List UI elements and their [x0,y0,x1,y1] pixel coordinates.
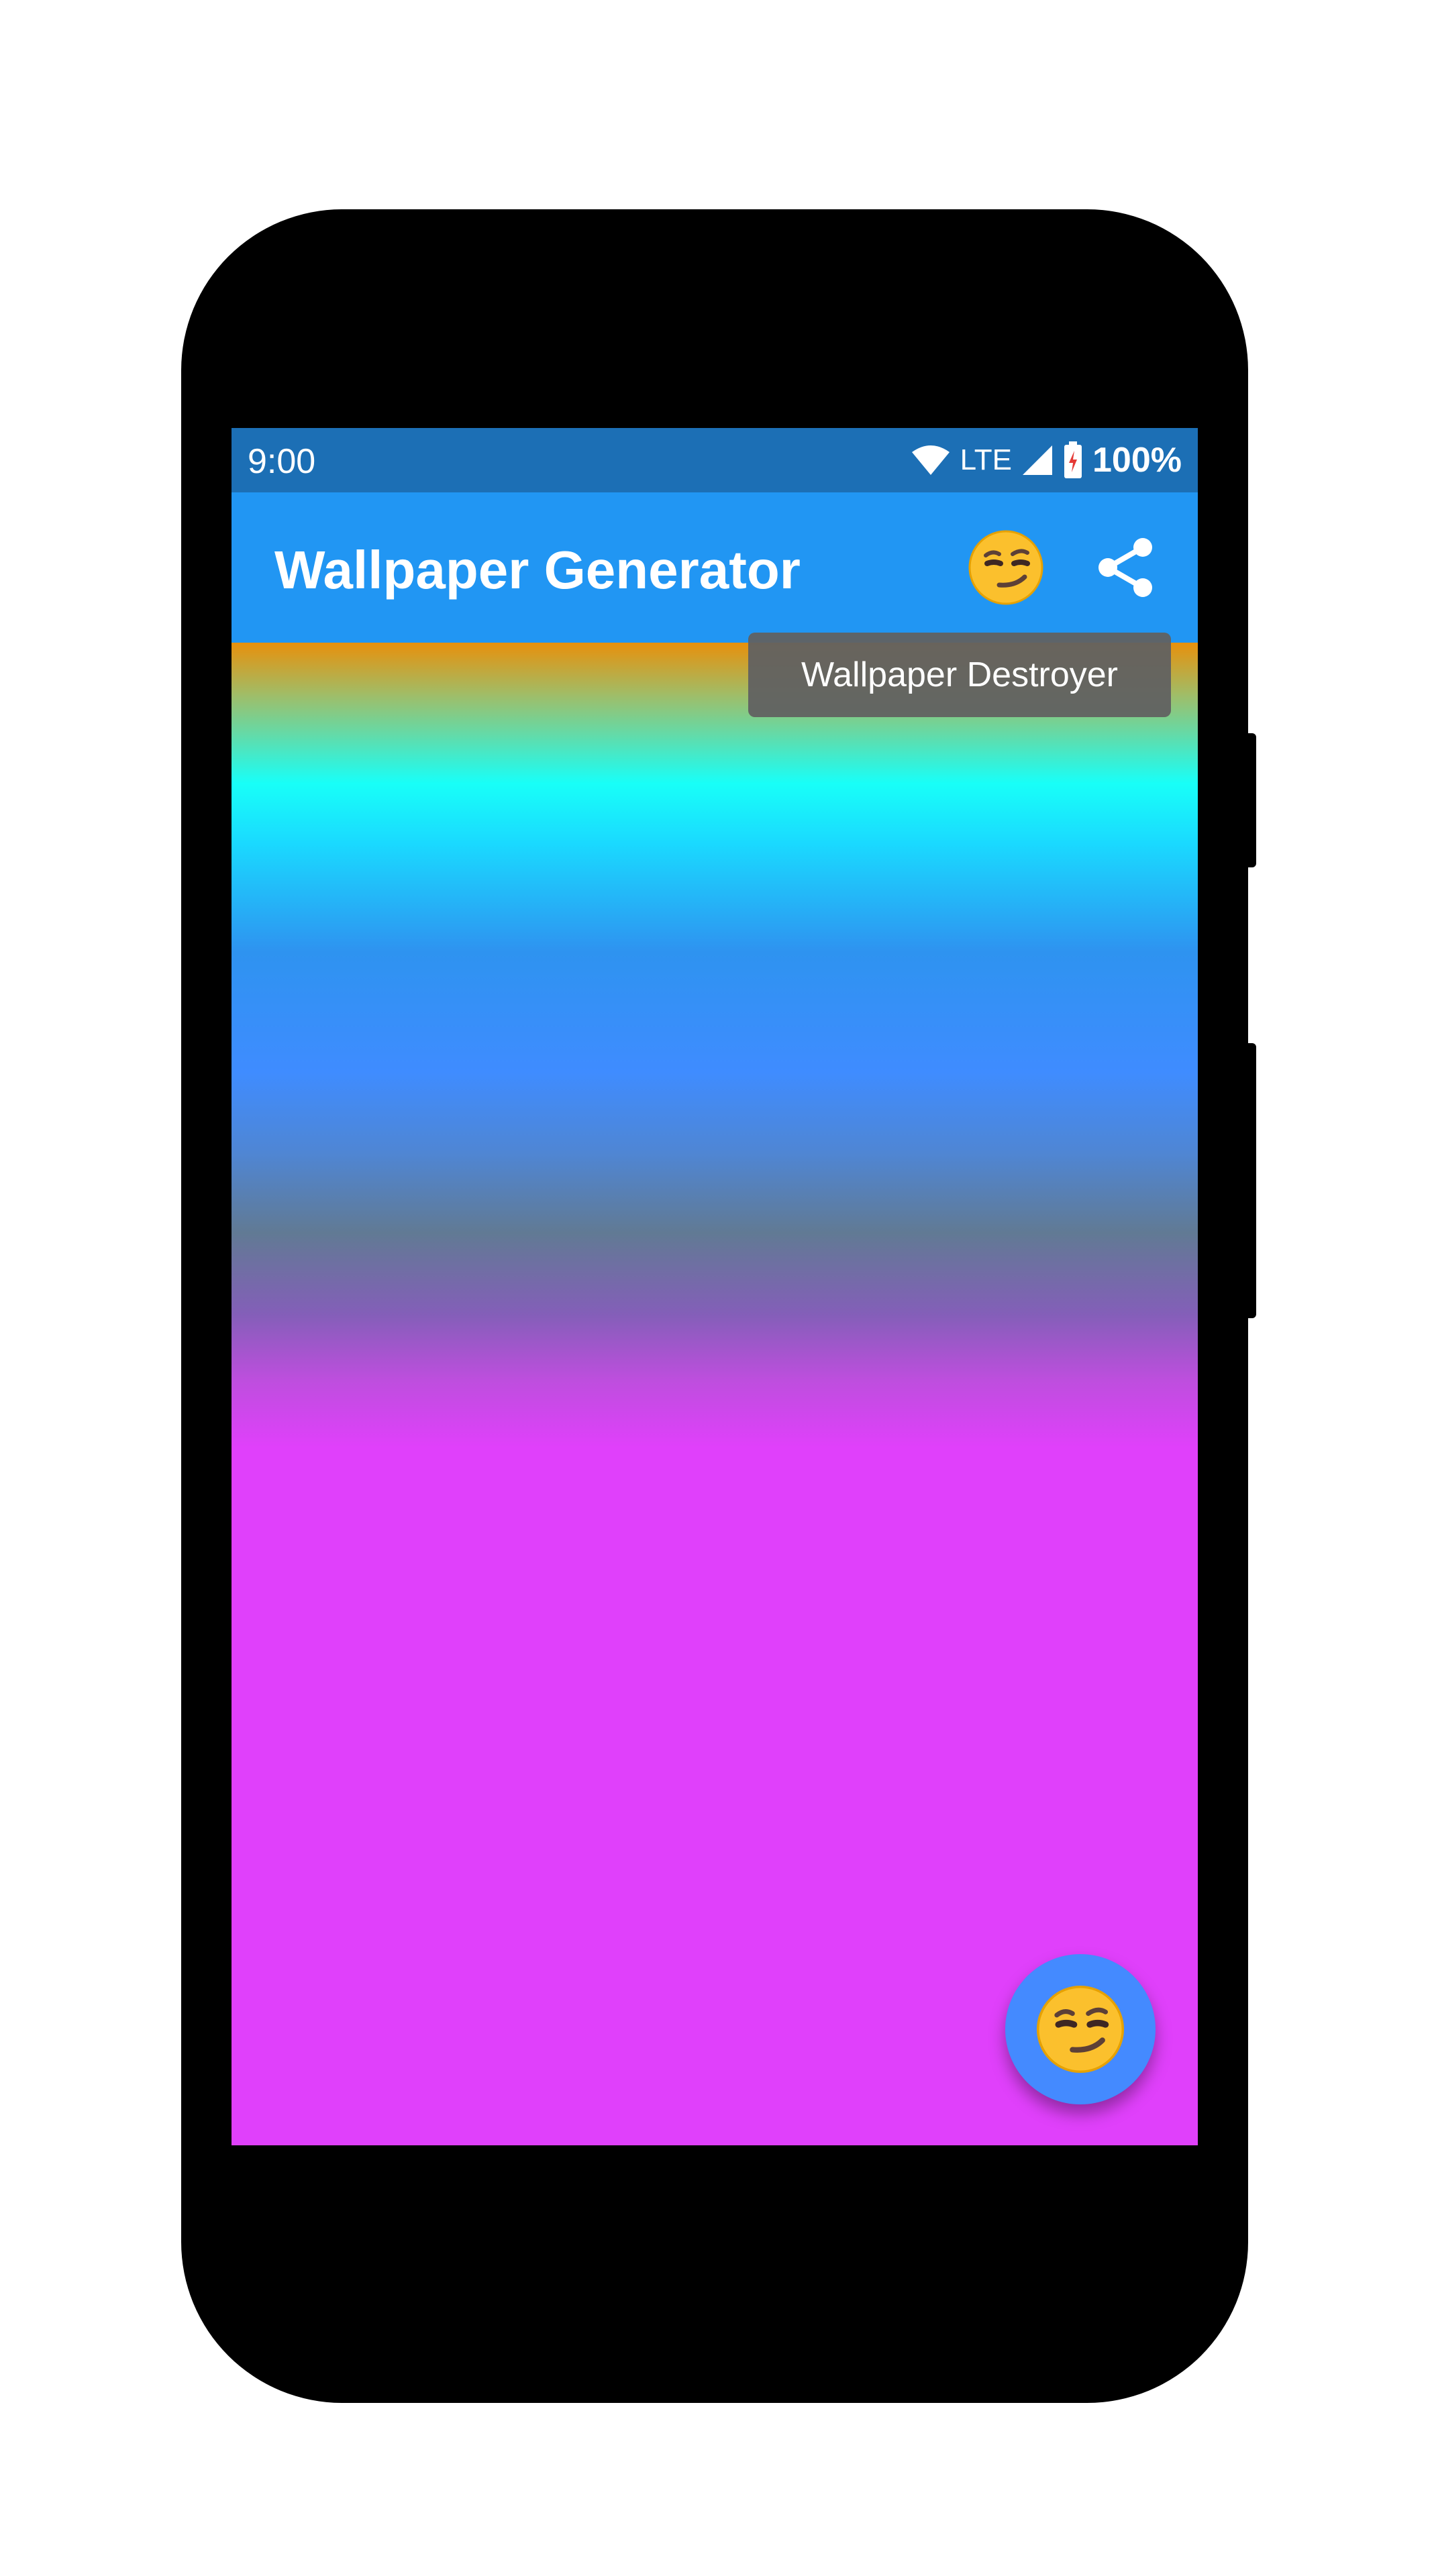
smirking-face-emoji-icon [1036,1985,1125,2074]
status-icons: LTE 100% [911,439,1182,482]
tooltip: Wallpaper Destroyer [748,633,1171,717]
wifi-icon [911,445,950,475]
smirking-face-emoji-icon[interactable] [963,525,1049,610]
phone-volume-button [1247,733,1256,867]
share-icon[interactable] [1090,533,1160,602]
tooltip-text: Wallpaper Destroyer [801,655,1118,694]
battery-charging-icon [1064,441,1082,478]
signal-icon [1023,445,1052,475]
status-time: 9:00 [248,442,316,481]
generate-fab-button[interactable] [1005,1954,1156,2104]
phone-power-button [1247,1043,1256,1318]
status-bar: 9:00 LTE 100% [232,428,1198,492]
battery-percent: 100% [1092,441,1182,480]
page-title: Wallpaper Generator [274,540,801,600]
network-type: LTE [960,443,1012,476]
app-bar: Wallpaper Generator [232,492,1198,643]
wallpaper-gradient [232,643,1198,2145]
device-screen: 9:00 LTE 100% Wallpaper Generator Wallpa… [232,428,1198,2145]
